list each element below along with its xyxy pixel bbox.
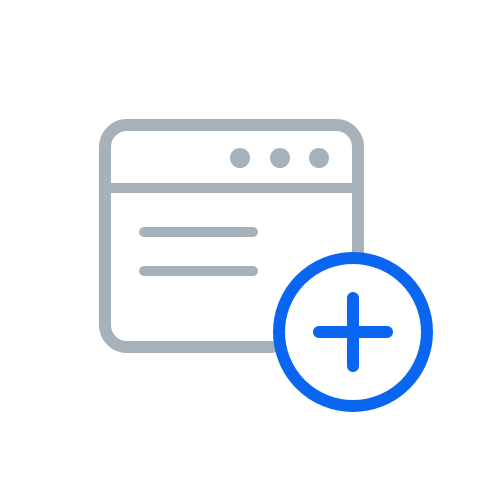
window-dot <box>309 148 329 168</box>
content-lines <box>139 227 258 276</box>
plus-circle-icon <box>273 252 433 412</box>
add-window-icon <box>99 119 433 412</box>
window-controls-dots <box>230 148 329 168</box>
window-dot <box>230 148 250 168</box>
icon-canvas <box>0 0 500 500</box>
window-dot <box>270 148 290 168</box>
